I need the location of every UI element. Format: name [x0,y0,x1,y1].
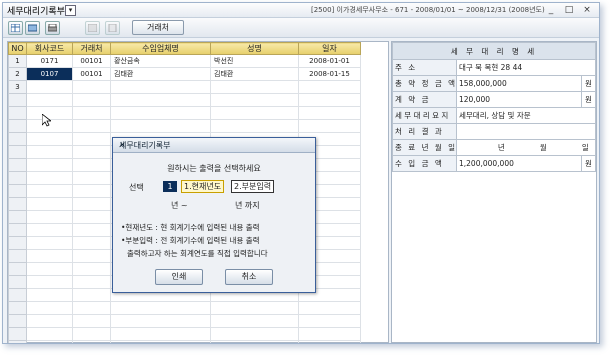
grid-header-row: NO 회사코드 거래처 수임업체명 성명 일자 [8,42,361,55]
title-dropdown-icon[interactable]: ▾ [65,5,76,16]
end-date-label: 종 료 년 월 일 [392,139,457,156]
row-number: 1 [8,54,27,68]
month-unit: 월 [539,143,547,152]
day-unit: 일 [581,143,589,152]
address-field[interactable]: 대구 북 복현 28 44 [456,59,596,76]
print-options-dialog: 세무대리기록부 × 원하시는 출력을 선택하세요 선택 1 1.현재년도 2.부… [112,137,316,293]
end-date-field[interactable]: 년 월 일 [456,139,596,156]
empty-row [8,314,361,328]
close-icon[interactable]: × [119,140,309,149]
selection-input[interactable]: 1 [163,181,177,192]
print-button[interactable]: 인쇄 [155,269,203,285]
won-unit: 원 [580,155,597,172]
company-info: [2500] 이가경세무사무소 - 671 - 2008/01/01 ~ 200… [311,6,545,14]
select-label: 선택 [129,183,144,192]
col-header-business-name[interactable]: 수임업체명 [110,42,211,55]
col-header-company-code[interactable]: 회사코드 [26,42,73,55]
business-name-cell[interactable]: 김태환 [110,67,211,81]
minimize-button[interactable]: _ [545,5,557,15]
name-cell[interactable] [210,80,299,94]
client-cell[interactable]: 00101 [72,54,111,68]
empty-row [8,301,361,315]
address-label: 주 소 [392,59,457,76]
client-cell[interactable]: 00101 [72,67,111,81]
date-cell[interactable] [298,80,361,94]
company-code-cell[interactable] [26,80,73,94]
row-number: 2 [8,67,27,81]
tax-agency-details-panel: 세 무 대 리 명 세 주 소 대구 북 복현 28 44 총 약 정 금 액 … [391,41,597,343]
note-instruction: 출력하고자 하는 회계연도를 직접 입력합니다 [127,249,268,258]
empty-row [8,119,361,133]
close-window-button[interactable]: × [581,5,593,15]
revenue-field[interactable]: 1,200,000,000 [456,155,582,172]
date-cell[interactable]: 2008-01-15 [298,67,361,81]
details-title: 세 무 대 리 명 세 [392,42,596,60]
note-partial-input: •부분입력 : 전 회계기수에 입력된 내용 출력 [121,236,260,245]
empty-row [8,93,361,107]
note-current-year: •현재년도 : 현 회계기수에 입력된 내용 출력 [121,223,260,232]
dialog-prompt: 원하시는 출력을 선택하세요 [167,164,261,173]
app-window: 세무대리기록부 ▾ [2500] 이가경세무사무소 - 671 - 2008/0… [2,2,600,344]
print-icon[interactable] [45,21,60,35]
option-current-year[interactable]: 1.현재년도 [181,180,225,193]
mouse-cursor-icon [42,114,51,127]
contract-amount-label: 계 약 금 [392,91,457,108]
table-icon[interactable] [8,21,23,35]
year-from-label: 년 ~ [171,201,188,210]
col-header-date[interactable]: 일자 [298,42,361,55]
toolbar: 거래처 [3,18,599,38]
company-code-cell[interactable]: 0171 [26,54,73,68]
date-cell[interactable]: 2008-01-01 [298,54,361,68]
processing-result-label: 처 리 결 과 [392,123,457,140]
company-code-cell[interactable]: 0107 [26,67,73,81]
maximize-button[interactable]: □ [563,5,575,15]
exit-icon[interactable] [105,21,120,35]
window-controls: _ □ × [545,5,593,15]
name-cell[interactable]: 김태환 [210,67,299,81]
revenue-label: 수 입 금 액 [392,155,457,172]
table-row[interactable]: 3 [8,80,361,94]
cancel-button[interactable]: 취소 [225,269,273,285]
col-header-name[interactable]: 성명 [210,42,299,55]
empty-row [8,327,361,341]
col-header-no[interactable]: NO [8,42,27,55]
total-fee-label: 총 약 정 금 액 [392,75,457,92]
refresh-icon[interactable] [25,21,40,35]
total-fee-field[interactable]: 158,000,000 [456,75,582,92]
client-button[interactable]: 거래처 [132,20,184,35]
client-cell[interactable] [72,80,111,94]
table-row[interactable]: 2 0107 00101 김태환 김태환 2008-01-15 [8,67,361,81]
won-unit: 원 [580,91,597,108]
year-unit: 년 [497,143,505,152]
dialog-title-bar: 세무대리기록부 × [113,138,315,153]
empty-row [8,340,361,343]
name-cell[interactable]: 박선진 [210,54,299,68]
option-partial-input[interactable]: 2.부분입력 [231,180,275,193]
empty-row [8,106,361,120]
window-title: 세무대리기록부 [7,7,65,17]
processing-result-field[interactable] [456,123,596,140]
year-to-label: 년 까지 [235,201,260,210]
contract-amount-field[interactable]: 120,000 [456,91,582,108]
title-bar: 세무대리기록부 ▾ [2500] 이가경세무사무소 - 671 - 2008/0… [3,3,599,18]
won-unit: 원 [580,75,597,92]
row-number: 3 [8,80,27,94]
col-header-client[interactable]: 거래처 [72,42,111,55]
request-summary-label: 세 무 대 리 요 지 [392,107,457,124]
request-summary-field[interactable]: 세무대리, 상담 및 자문 [456,107,596,124]
table-row[interactable]: 1 0171 00101 황산금속 박선진 2008-01-01 [8,54,361,68]
save-icon[interactable] [85,21,100,35]
business-name-cell[interactable] [110,80,211,94]
business-name-cell[interactable]: 황산금속 [110,54,211,68]
